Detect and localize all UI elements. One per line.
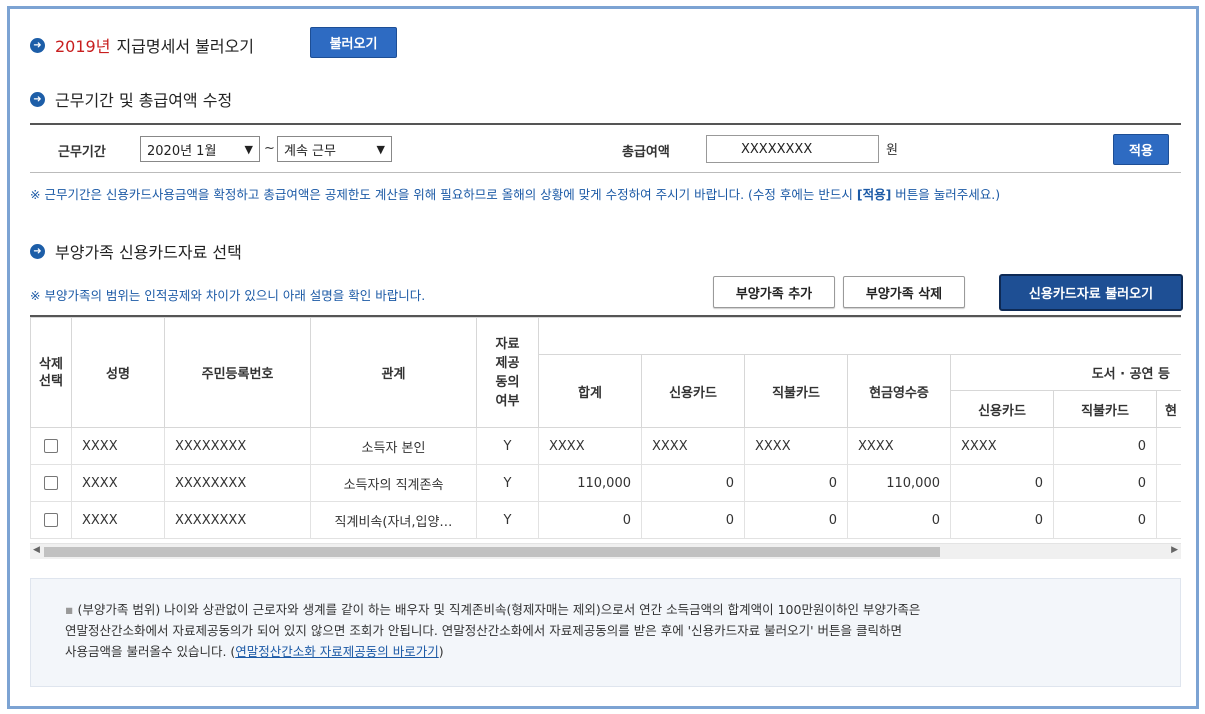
cell-name: XXXX	[71, 501, 165, 539]
cell-books-credit: 0	[950, 501, 1054, 539]
cell-rrn: XXXXXXXX	[164, 464, 311, 502]
cell-debit: 0	[744, 501, 848, 539]
currency-unit: 원	[886, 143, 898, 158]
scroll-left-icon[interactable]: ◀	[33, 545, 40, 555]
row-checkbox-cell	[30, 427, 72, 465]
cell-total: 110,000	[538, 464, 642, 502]
header-books-debit: 직불카드	[1053, 390, 1157, 428]
cell-name: XXXX	[71, 464, 165, 502]
info-line-1: ▪ (부양가족 범위) 나이와 상관없이 근로자와 생계를 같이 하는 배우자 및…	[65, 602, 921, 617]
cell-cash: 110,000	[847, 464, 951, 502]
section-title-statement: ➜ 2019년 지급명세서 불러오기	[30, 33, 254, 57]
delete-checkbox[interactable]	[44, 476, 58, 490]
cell-rrn: XXXXXXXX	[164, 427, 311, 465]
dependents-table-container: 삭제선택 성명 주민등록번호 관계 자료제공동의여부 합계 신용카드 직불카드 …	[30, 315, 1181, 553]
statement-title: 지급명세서 불러오기	[116, 37, 255, 56]
header-delete-select: 삭제선택	[30, 317, 72, 428]
cell-total: 0	[538, 501, 642, 539]
header-total: 합계	[538, 354, 642, 428]
scrollbar-thumb[interactable]	[44, 547, 940, 557]
cell-books-credit: 0	[950, 464, 1054, 502]
header-books-cash: 현	[1155, 390, 1181, 428]
header-name: 성명	[71, 317, 165, 428]
apply-button[interactable]: 적용	[1113, 134, 1169, 165]
header-debit: 직불카드	[744, 354, 848, 428]
consent-shortcut-link[interactable]: 연말정산간소화 자료제공동의 바로가기	[235, 644, 438, 659]
cell-debit: 0	[744, 464, 848, 502]
cell-relation: 소득자의 직계존속	[310, 464, 477, 502]
cell-cash: 0	[847, 501, 951, 539]
cell-books-cash	[1155, 464, 1181, 502]
row-checkbox-cell	[30, 501, 72, 539]
section-title-period: ➜ 근무기간 및 총급여액 수정	[30, 87, 232, 111]
end-month-value: 계속 근무	[284, 143, 336, 159]
section-title-dependents: ➜ 부양가족 신용카드자료 선택	[30, 239, 242, 263]
delete-dependent-button[interactable]: 부양가족 삭제	[843, 276, 965, 308]
cell-consent: Y	[476, 464, 539, 502]
header-relation: 관계	[310, 317, 477, 428]
cell-books-debit: 0	[1053, 501, 1157, 539]
chevron-down-icon: ▼	[376, 142, 385, 156]
end-month-select[interactable]: 계속 근무 ▼	[277, 136, 392, 162]
cell-credit: 0	[641, 464, 745, 502]
dependents-section-title: 부양가족 신용카드자료 선택	[55, 243, 242, 262]
dependents-note: ※ 부양가족의 범위는 인적공제와 차이가 있으니 아래 설명을 확인 바랍니다…	[30, 288, 426, 303]
statement-year: 2019년	[55, 37, 111, 56]
delete-checkbox[interactable]	[44, 439, 58, 453]
cell-books-credit: XXXX	[950, 427, 1054, 465]
period-salary-box: 근무기간 2020년 1월 ▼ ~ 계속 근무 ▼ 총급여액 XXXXXXXX …	[30, 123, 1181, 173]
info-line-2: 연말정산간소화에서 자료제공동의가 되어 있지 않으면 조회가 안됩니다. 연말…	[65, 623, 902, 638]
dependents-info-box: ▪ (부양가족 범위) 나이와 상관없이 근로자와 생계를 같이 하는 배우자 및…	[30, 578, 1181, 687]
cell-name: XXXX	[71, 427, 165, 465]
header-rrn: 주민등록번호	[164, 317, 311, 428]
cell-books-debit: 0	[1053, 464, 1157, 502]
cell-cash: XXXX	[847, 427, 951, 465]
header-consent: 자료제공동의여부	[476, 317, 539, 428]
arrow-bullet-icon: ➜	[30, 37, 45, 53]
cell-books-debit: 0	[1053, 427, 1157, 465]
tilde-separator: ~	[264, 141, 275, 156]
add-dependent-button[interactable]: 부양가족 추가	[713, 276, 835, 308]
salary-label: 총급여액	[622, 145, 670, 160]
cell-relation: 직계비속(자녀,입양…	[310, 501, 477, 539]
start-month-value: 2020년 1월	[147, 143, 217, 159]
cell-debit: XXXX	[744, 427, 848, 465]
salary-input[interactable]: XXXXXXXX	[706, 135, 879, 163]
main-frame: ➜ 2019년 지급명세서 불러오기 불러오기 ➜ 근무기간 및 총급여액 수정…	[7, 6, 1199, 709]
scroll-right-icon[interactable]: ▶	[1171, 545, 1178, 555]
cell-consent: Y	[476, 427, 539, 465]
header-top-spacer	[537, 317, 1181, 355]
arrow-bullet-icon: ➜	[30, 91, 45, 107]
header-credit: 신용카드	[641, 354, 745, 428]
cell-total: XXXX	[538, 427, 642, 465]
chevron-down-icon: ▼	[244, 142, 253, 156]
load-statement-button[interactable]: 불러오기	[310, 27, 397, 58]
load-card-data-button[interactable]: 신용카드자료 불러오기	[999, 274, 1183, 311]
period-note: ※ 근무기간은 신용카드사용금액을 확정하고 총급여액은 공제한도 계산을 위해…	[30, 187, 1001, 202]
period-section-title: 근무기간 및 총급여액 수정	[55, 91, 233, 110]
start-month-select[interactable]: 2020년 1월 ▼	[140, 136, 260, 162]
arrow-bullet-icon: ➜	[30, 243, 45, 259]
period-label: 근무기간	[58, 145, 106, 160]
cell-rrn: XXXXXXXX	[164, 501, 311, 539]
header-books-credit: 신용카드	[950, 390, 1054, 428]
dependents-table: 삭제선택 성명 주민등록번호 관계 자료제공동의여부 합계 신용카드 직불카드 …	[30, 317, 1181, 539]
cell-credit: 0	[641, 501, 745, 539]
cell-books-cash	[1155, 501, 1181, 539]
horizontal-scrollbar[interactable]: ◀ ▶	[30, 543, 1181, 559]
cell-consent: Y	[476, 501, 539, 539]
header-books-group: 도서 · 공연 등	[949, 354, 1181, 391]
table-row: XXXX XXXXXXXX 직계비속(자녀,입양… Y 0 0 0 0 0 0	[30, 501, 1181, 539]
header-cash-receipt: 현금영수증	[847, 354, 951, 428]
delete-checkbox[interactable]	[44, 513, 58, 527]
cell-relation: 소득자 본인	[310, 427, 477, 465]
cell-books-cash	[1155, 427, 1181, 465]
cell-credit: XXXX	[641, 427, 745, 465]
table-row: XXXX XXXXXXXX 소득자의 직계존속 Y 110,000 0 0 11…	[30, 464, 1181, 502]
table-row: XXXX XXXXXXXX 소득자 본인 Y XXXX XXXX XXXX XX…	[30, 427, 1181, 465]
row-checkbox-cell	[30, 464, 72, 502]
info-line-3: 사용금액을 불러올수 있습니다. (연말정산간소화 자료제공동의 바로가기)	[65, 644, 444, 659]
